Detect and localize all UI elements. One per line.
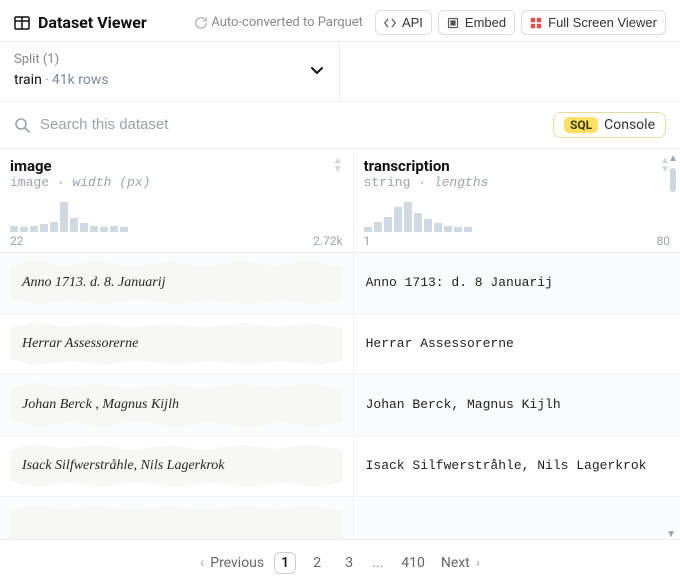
search-icon [14,117,30,133]
column-transcription-title: transcription [364,157,450,175]
table-head: image ▲▼ image · width (px) 22 2.72k ▲ [0,149,680,253]
column-image: image ▲▼ image · width (px) 22 2.72k [0,149,354,252]
embed-button[interactable]: Embed [438,10,515,35]
table-row[interactable] [0,497,680,540]
page-ellipsis: ... [370,555,385,571]
prev-button[interactable]: ‹ Previous [200,555,264,571]
chevron-right-icon: › [476,555,480,571]
scroll-indicator[interactable]: ▲ [668,153,678,192]
grid-icon [530,17,542,29]
split-row: Split (1) train · 41k rows [0,41,680,102]
column-image-type: image [10,175,49,190]
table-row[interactable]: Herrar AssessorerneHerrar Assessorerne [0,314,680,375]
embed-button-label: Embed [465,15,506,30]
search-row: SQL Console [0,102,680,149]
handwriting-image: Herrar Assessorerne [10,322,343,366]
column-transcription-meta: lengths [434,175,489,190]
histogram-transcription[interactable]: 1 80 [354,196,680,252]
refresh-icon [195,17,207,29]
hist-txt-min: 1 [364,234,371,248]
table-body: Anno 1713. d. 8. JanuarijAnno 1713: d. 8… [0,253,680,540]
sql-console-label: Console [604,117,655,133]
hist-image-max: 2.72k [313,234,342,248]
chevron-left-icon: ‹ [200,555,204,571]
api-button[interactable]: API [375,10,432,35]
pagination: ‹ Previous 1 2 3 ... 410 Next › [0,540,680,582]
search-input[interactable] [40,116,543,133]
cell-transcription: Anno 1713: d. 8 Januarij [354,253,680,313]
fullscreen-button[interactable]: Full Screen Viewer [521,10,666,35]
split-rows: 41k rows [52,72,109,88]
split-name: train [14,72,42,88]
hist-image-min: 22 [10,234,24,248]
table-row[interactable]: Johan Berck , Magnus KijlhJohan Berck, M… [0,375,680,436]
auto-convert-label[interactable]: Auto-converted to Parquet [189,11,369,34]
cell-image: Anno 1713. d. 8. Januarij [0,253,354,313]
cell-image [0,497,354,540]
chevron-down-icon [309,62,325,78]
sql-console-button[interactable]: SQL Console [553,112,666,138]
column-image-meta: width (px) [72,175,150,190]
split-selector[interactable]: Split (1) train · 41k rows [0,42,340,101]
split-info: Split (1) train · 41k rows [14,50,109,91]
page-3[interactable]: 3 [338,553,360,573]
page-2[interactable]: 2 [306,553,328,573]
column-transcription: ▲ transcription ▲▼ string · lengths 1 80 [354,149,680,252]
cell-transcription: Johan Berck, Magnus Kijlh [354,375,680,435]
table: image ▲▼ image · width (px) 22 2.72k ▲ [0,149,680,582]
caret-up-icon: ▲ [668,153,678,164]
split-label: Split (1) [14,50,109,70]
handwriting-image: Anno 1713. d. 8. Januarij [10,261,343,305]
table-row[interactable]: Anno 1713. d. 8. JanuarijAnno 1713: d. 8… [0,253,680,314]
handwriting-image: Isack Silfwerstråhle, Nils Lagerkrok [10,444,343,488]
search-wrap [14,116,543,133]
handwriting-image: Johan Berck , Magnus Kijlh [10,383,343,427]
caret-down-icon: ▼ [666,529,676,540]
cell-transcription [354,497,680,540]
next-button[interactable]: Next › [441,555,480,571]
scrollbar-thumb[interactable] [670,168,676,192]
dataset-table-icon [14,15,30,31]
page-last[interactable]: 410 [395,553,431,573]
next-label: Next [441,555,470,571]
sort-arrows-image[interactable]: ▲▼ [333,157,343,174]
fullscreen-button-label: Full Screen Viewer [548,15,657,30]
code-icon [384,17,396,29]
column-transcription-type: string [364,175,411,190]
page-1[interactable]: 1 [274,552,296,574]
cell-transcription: Isack Silfwerstråhle, Nils Lagerkrok [354,436,680,496]
api-button-label: API [402,15,423,30]
prev-label: Previous [210,555,264,571]
page-title: Dataset Viewer [38,13,147,32]
header-actions: Auto-converted to Parquet API Embed Full… [189,10,666,35]
cell-image: Herrar Assessorerne [0,314,354,374]
table-row[interactable]: Isack Silfwerstråhle, Nils LagerkrokIsac… [0,436,680,497]
sql-badge: SQL [564,117,598,133]
auto-convert-text: Auto-converted to Parquet [211,15,363,30]
histogram-image[interactable]: 22 2.72k [0,196,353,252]
embed-icon [447,17,459,29]
handwriting-image [10,505,343,540]
header-left: Dataset Viewer [14,13,147,32]
cell-image: Isack Silfwerstråhle, Nils Lagerkrok [0,436,354,496]
hist-txt-max: 80 [656,234,670,248]
cell-transcription: Herrar Assessorerne [354,314,680,374]
header: Dataset Viewer Auto-converted to Parquet… [0,0,680,41]
column-image-title: image [10,157,52,175]
cell-image: Johan Berck , Magnus Kijlh [0,375,354,435]
